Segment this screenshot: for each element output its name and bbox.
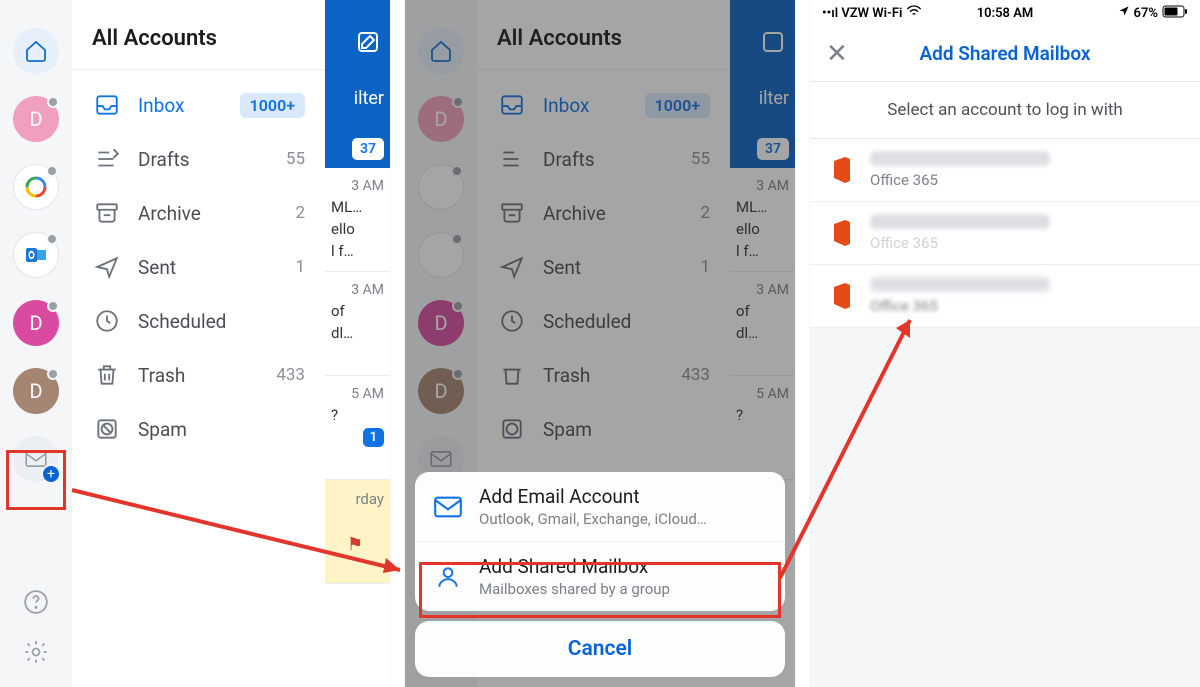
screenshot-3: ••ıl VZW Wi-Fi 10:58 AM 67% ✕ Add Shared… <box>810 0 1200 687</box>
message-peek-row-flagged[interactable]: rday ⚑ <box>325 480 390 584</box>
option-subtitle: Outlook, Gmail, Exchange, iCloud… <box>479 510 707 528</box>
folder-menu: All Accounts Inbox 1000+ Drafts 55 Archi… <box>72 0 325 687</box>
message-peek-row[interactable]: 5 AM ? 1 <box>325 376 390 480</box>
folder-sent[interactable]: Sent 1 <box>72 240 325 294</box>
folder-count-badge: 1000+ <box>240 93 305 118</box>
option-title: Add Email Account <box>479 485 707 508</box>
sent-icon <box>94 254 120 280</box>
screenshot-2: D D D All Accounts Inbox1000+ Drafts55 A… <box>405 0 795 687</box>
folder-label: Drafts <box>138 148 190 171</box>
provider-label: Office 365 <box>870 171 1050 189</box>
provider-label: Office 365 <box>870 234 1050 252</box>
rail-account-2[interactable]: D <box>13 300 59 346</box>
redacted-email <box>870 214 1050 229</box>
person-icon <box>433 562 463 592</box>
menu-title: All Accounts <box>72 0 325 70</box>
folder-archive[interactable]: Archive 2 <box>72 186 325 240</box>
location-icon <box>1118 5 1130 21</box>
add-shared-mailbox-option[interactable]: Add Shared Mailbox Mailboxes shared by a … <box>415 541 785 611</box>
folder-label: Inbox <box>138 94 184 117</box>
message-peek-row[interactable]: 3 AM ML… ello l f… <box>325 168 390 272</box>
rail-account-3[interactable]: D <box>13 368 59 414</box>
redacted-email <box>870 277 1050 292</box>
action-sheet: Add Email Account Outlook, Gmail, Exchang… <box>415 472 785 677</box>
folder-label: Spam <box>138 418 187 441</box>
nav-title: Add Shared Mailbox <box>919 42 1090 65</box>
message-peek-row[interactable]: 3 AM of dl… <box>325 272 390 376</box>
wifi-icon <box>906 5 922 21</box>
folder-inbox[interactable]: Inbox 1000+ <box>72 78 325 132</box>
mail-icon <box>433 492 463 522</box>
rail-account-outlook[interactable] <box>13 232 59 278</box>
folder-count: 1 <box>295 257 305 277</box>
folder-count: 433 <box>276 365 305 385</box>
battery-label: 67% <box>1134 6 1158 21</box>
unread-chip: 37 <box>352 138 384 160</box>
option-subtitle: Mailboxes shared by a group <box>479 580 670 598</box>
message-list-peek: ilter 37 3 AM ML… ello l f… 3 AM of dl… … <box>325 0 390 687</box>
folder-scheduled[interactable]: Scheduled <box>72 294 325 348</box>
spam-icon <box>94 416 120 442</box>
archive-icon <box>94 200 120 226</box>
gear-icon[interactable] <box>23 639 49 669</box>
rail-add-account[interactable]: + <box>13 436 59 482</box>
office365-icon <box>830 219 854 247</box>
flag-icon: ⚑ <box>347 534 384 555</box>
trash-icon <box>94 362 120 388</box>
battery-icon <box>1162 5 1188 22</box>
clock-icon <box>94 308 120 334</box>
clock-label: 10:58 AM <box>977 6 1034 21</box>
filter-label[interactable]: ilter <box>354 88 384 109</box>
status-bar: ••ıl VZW Wi-Fi 10:58 AM 67% <box>810 0 1200 26</box>
add-email-account-option[interactable]: Add Email Account Outlook, Gmail, Exchang… <box>415 472 785 541</box>
redacted-email <box>870 151 1050 166</box>
rail-account-1[interactable]: D <box>13 96 59 142</box>
folder-label: Scheduled <box>138 310 226 333</box>
rail-home[interactable] <box>13 28 59 74</box>
compose-icon[interactable] <box>356 30 380 58</box>
office365-icon <box>830 156 854 184</box>
add-plus-badge: + <box>41 464 61 484</box>
thread-count: 1 <box>363 428 384 447</box>
folder-count: 2 <box>295 203 305 223</box>
account-option-1[interactable]: Office 365 <box>810 139 1200 202</box>
folder-drafts[interactable]: Drafts 55 <box>72 132 325 186</box>
inbox-icon <box>94 92 120 118</box>
screenshot-1: D D D + All Accounts Inbox 1000+ <box>0 0 390 687</box>
account-option-3[interactable]: Office 365 <box>810 265 1200 328</box>
folder-trash[interactable]: Trash 433 <box>72 348 325 402</box>
signal-icon: ••ıl <box>822 6 838 21</box>
folder-label: Sent <box>138 256 176 279</box>
account-rail: D D D + <box>0 0 72 687</box>
close-icon[interactable]: ✕ <box>810 39 864 69</box>
drafts-icon <box>94 146 120 172</box>
folder-spam[interactable]: Spam <box>72 402 325 456</box>
instruction-text: Select an account to log in with <box>810 82 1200 139</box>
carrier-label: VZW Wi-Fi <box>841 6 902 21</box>
help-icon[interactable] <box>23 589 49 619</box>
office365-icon <box>830 282 854 310</box>
folder-count: 55 <box>286 149 305 169</box>
option-title: Add Shared Mailbox <box>479 555 670 578</box>
folder-label: Archive <box>138 202 201 225</box>
rail-account-google[interactable] <box>13 164 59 210</box>
provider-label: Office 365 <box>870 297 1050 315</box>
nav-bar: ✕ Add Shared Mailbox <box>810 26 1200 82</box>
cancel-button[interactable]: Cancel <box>415 621 785 677</box>
folder-label: Trash <box>138 364 185 387</box>
account-option-2[interactable]: Office 365 <box>810 202 1200 265</box>
